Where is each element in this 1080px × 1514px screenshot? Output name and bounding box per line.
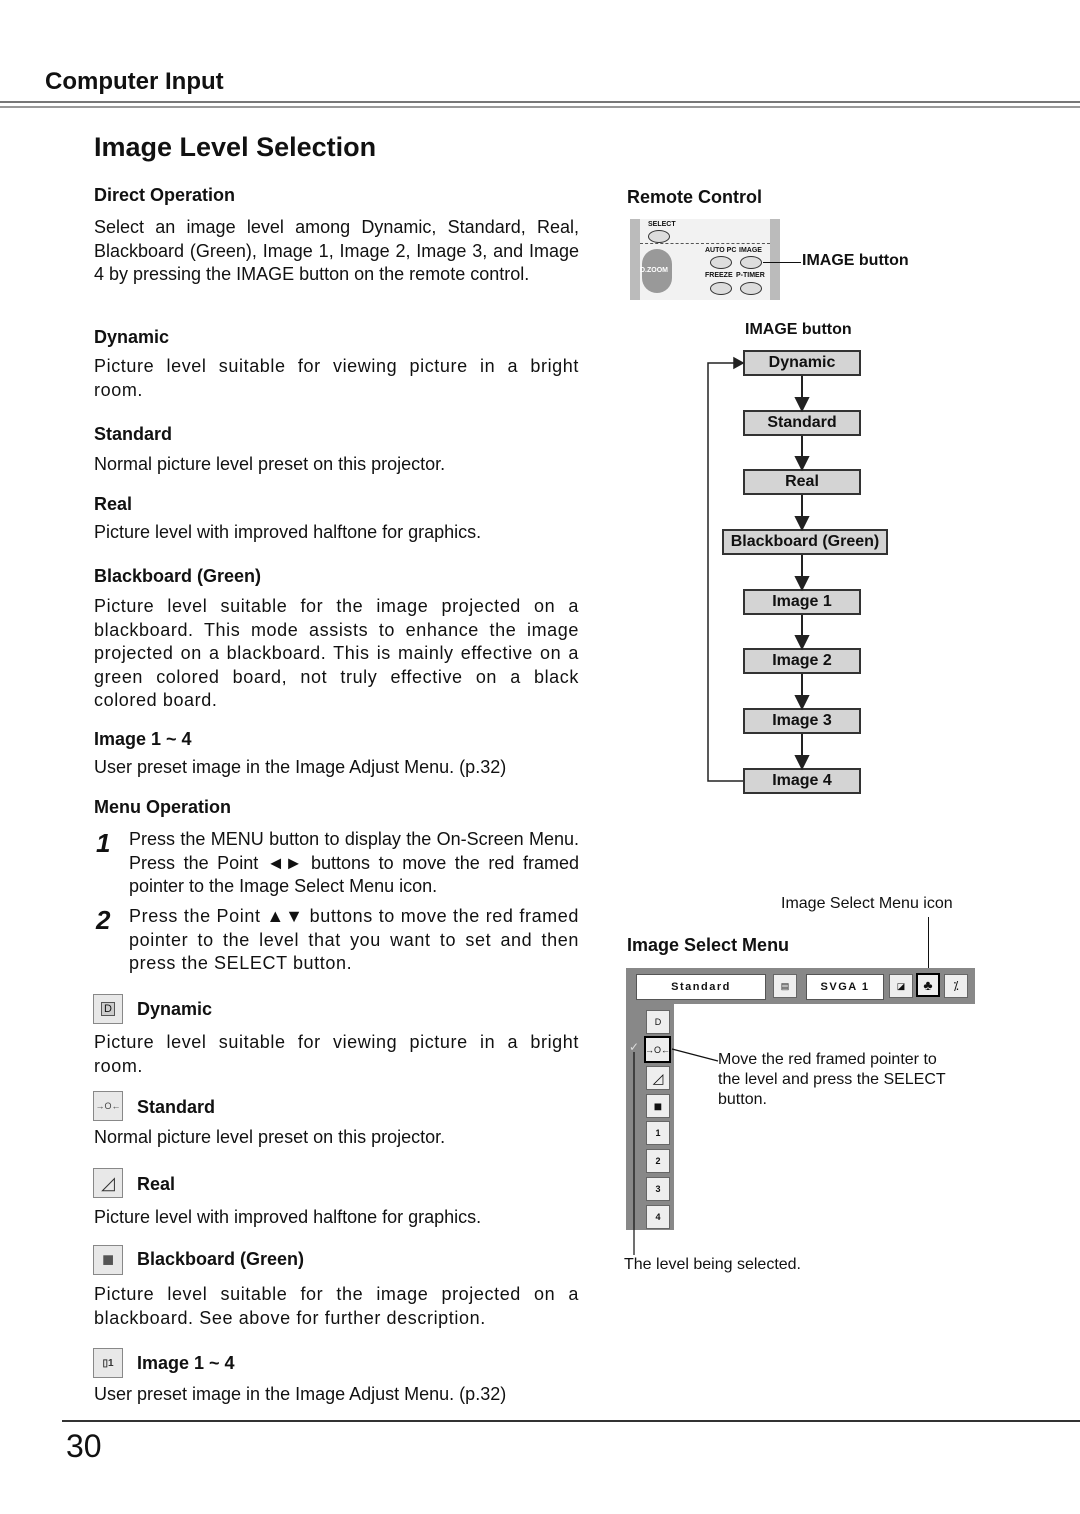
freeze-button-icon <box>710 282 732 295</box>
remote-control-heading: Remote Control <box>627 187 762 207</box>
direct-item-heading: Image 1 ~ 4 <box>94 729 192 749</box>
selected-level-callout: The level being selected. <box>624 1256 801 1273</box>
remote-label: AUTO PC <box>705 247 737 254</box>
dynamic-icon[interactable]: D <box>646 1010 670 1034</box>
image-button-callout: IMAGE button <box>802 252 909 269</box>
direct-item-desc: Picture level suitable for the image pro… <box>94 596 579 710</box>
flow-heading: IMAGE button <box>745 321 852 338</box>
direct-item-heading: Blackboard (Green) <box>94 566 262 586</box>
osd-callout-lines <box>633 1048 719 1255</box>
remote-label: FREEZE <box>705 272 733 279</box>
remote-label: IMAGE <box>739 247 762 254</box>
flow-arrows <box>707 356 810 782</box>
menu-item-heading: Blackboard (Green) <box>137 1249 305 1269</box>
image-select-menu-heading: Image Select Menu <box>627 935 790 955</box>
menu-item-desc: User preset image in the Image Adjust Me… <box>94 1384 507 1404</box>
page-number: 30 <box>66 1428 102 1464</box>
select-button-icon <box>648 230 670 243</box>
menu-item-heading: Standard <box>137 1097 216 1117</box>
header-rule-secondary <box>0 106 1080 108</box>
menu-item-heading: Image 1 ~ 4 <box>137 1353 235 1373</box>
callout-line <box>763 262 801 263</box>
menu-item-heading: Real <box>137 1174 176 1194</box>
step-text: Press the MENU button to display the On-… <box>129 829 579 896</box>
step-number: 1 <box>96 828 111 858</box>
direct-item-desc: Normal picture level preset on this proj… <box>94 454 446 474</box>
menu-item-desc: Picture level suitable for viewing pictu… <box>94 1032 579 1076</box>
direct-item-desc: User preset image in the Image Adjust Me… <box>94 757 507 777</box>
remote-control-illustration: SELECT AUTO PC IMAGE D.ZOOM FREEZE P-TIM… <box>630 219 780 300</box>
image-adjust-icon[interactable]: ◪ <box>889 974 913 998</box>
mode-field[interactable]: Standard <box>636 974 766 1000</box>
menu-icon-callout: Image Select Menu icon <box>781 895 953 912</box>
arrow-head <box>794 397 810 413</box>
section-title: Computer Input <box>45 68 224 95</box>
step-number: 2 <box>96 905 111 935</box>
dynamic-icon: D <box>93 994 123 1024</box>
footer-rule <box>62 1420 1080 1422</box>
direct-operation-heading: Direct Operation <box>94 185 236 205</box>
direct-item-desc: Picture level with improved halftone for… <box>94 522 482 542</box>
direct-item-heading: Dynamic <box>94 327 170 347</box>
osd-menu-bar: Standard ▤ SVGA 1 ◪ ♣ ⁒ <box>626 968 975 1004</box>
signal-field[interactable]: SVGA 1 <box>806 974 884 1000</box>
real-icon: ◿ <box>93 1168 123 1198</box>
blackboard-icon: ■ <box>93 1245 123 1275</box>
divider <box>640 243 770 244</box>
header-rule <box>0 101 1080 103</box>
direct-item-heading: Standard <box>94 424 173 444</box>
direct-item-desc: Picture level suitable for viewing pictu… <box>94 356 579 400</box>
remote-label: D.ZOOM <box>640 267 668 274</box>
page-title: Image Level Selection <box>94 132 377 162</box>
direct-item-heading: Real <box>94 494 133 514</box>
callout-line <box>928 917 929 969</box>
pc-adjust-icon[interactable]: ▤ <box>773 974 797 998</box>
pointer-callout: Move the red framed pointer to the level… <box>718 1051 946 1108</box>
screen-icon[interactable]: ⁒ <box>944 974 968 998</box>
standard-icon: →O← <box>93 1091 123 1121</box>
image-select-menu-icon[interactable]: ♣ <box>916 973 940 997</box>
image-button-icon <box>740 256 762 269</box>
step-text: Press the Point ▲▼ buttons to move the r… <box>129 906 579 973</box>
image-preset-icon: ▯1 <box>93 1348 123 1378</box>
menu-item-desc: Picture level suitable for the image pro… <box>94 1284 579 1328</box>
menu-operation-heading: Menu Operation <box>94 797 232 817</box>
auto-pc-button-icon <box>710 256 732 269</box>
menu-item-heading: Dynamic <box>137 999 213 1019</box>
menu-item-desc: Normal picture level preset on this proj… <box>94 1127 446 1147</box>
loop-back-arrow <box>707 356 745 782</box>
p-timer-button-icon <box>740 282 762 295</box>
remote-label: P-TIMER <box>736 272 765 279</box>
menu-item-desc: Picture level with improved halftone for… <box>94 1207 482 1227</box>
direct-operation-intro: Select an image level among Dynamic, Sta… <box>94 217 579 284</box>
remote-label: SELECT <box>648 221 676 228</box>
